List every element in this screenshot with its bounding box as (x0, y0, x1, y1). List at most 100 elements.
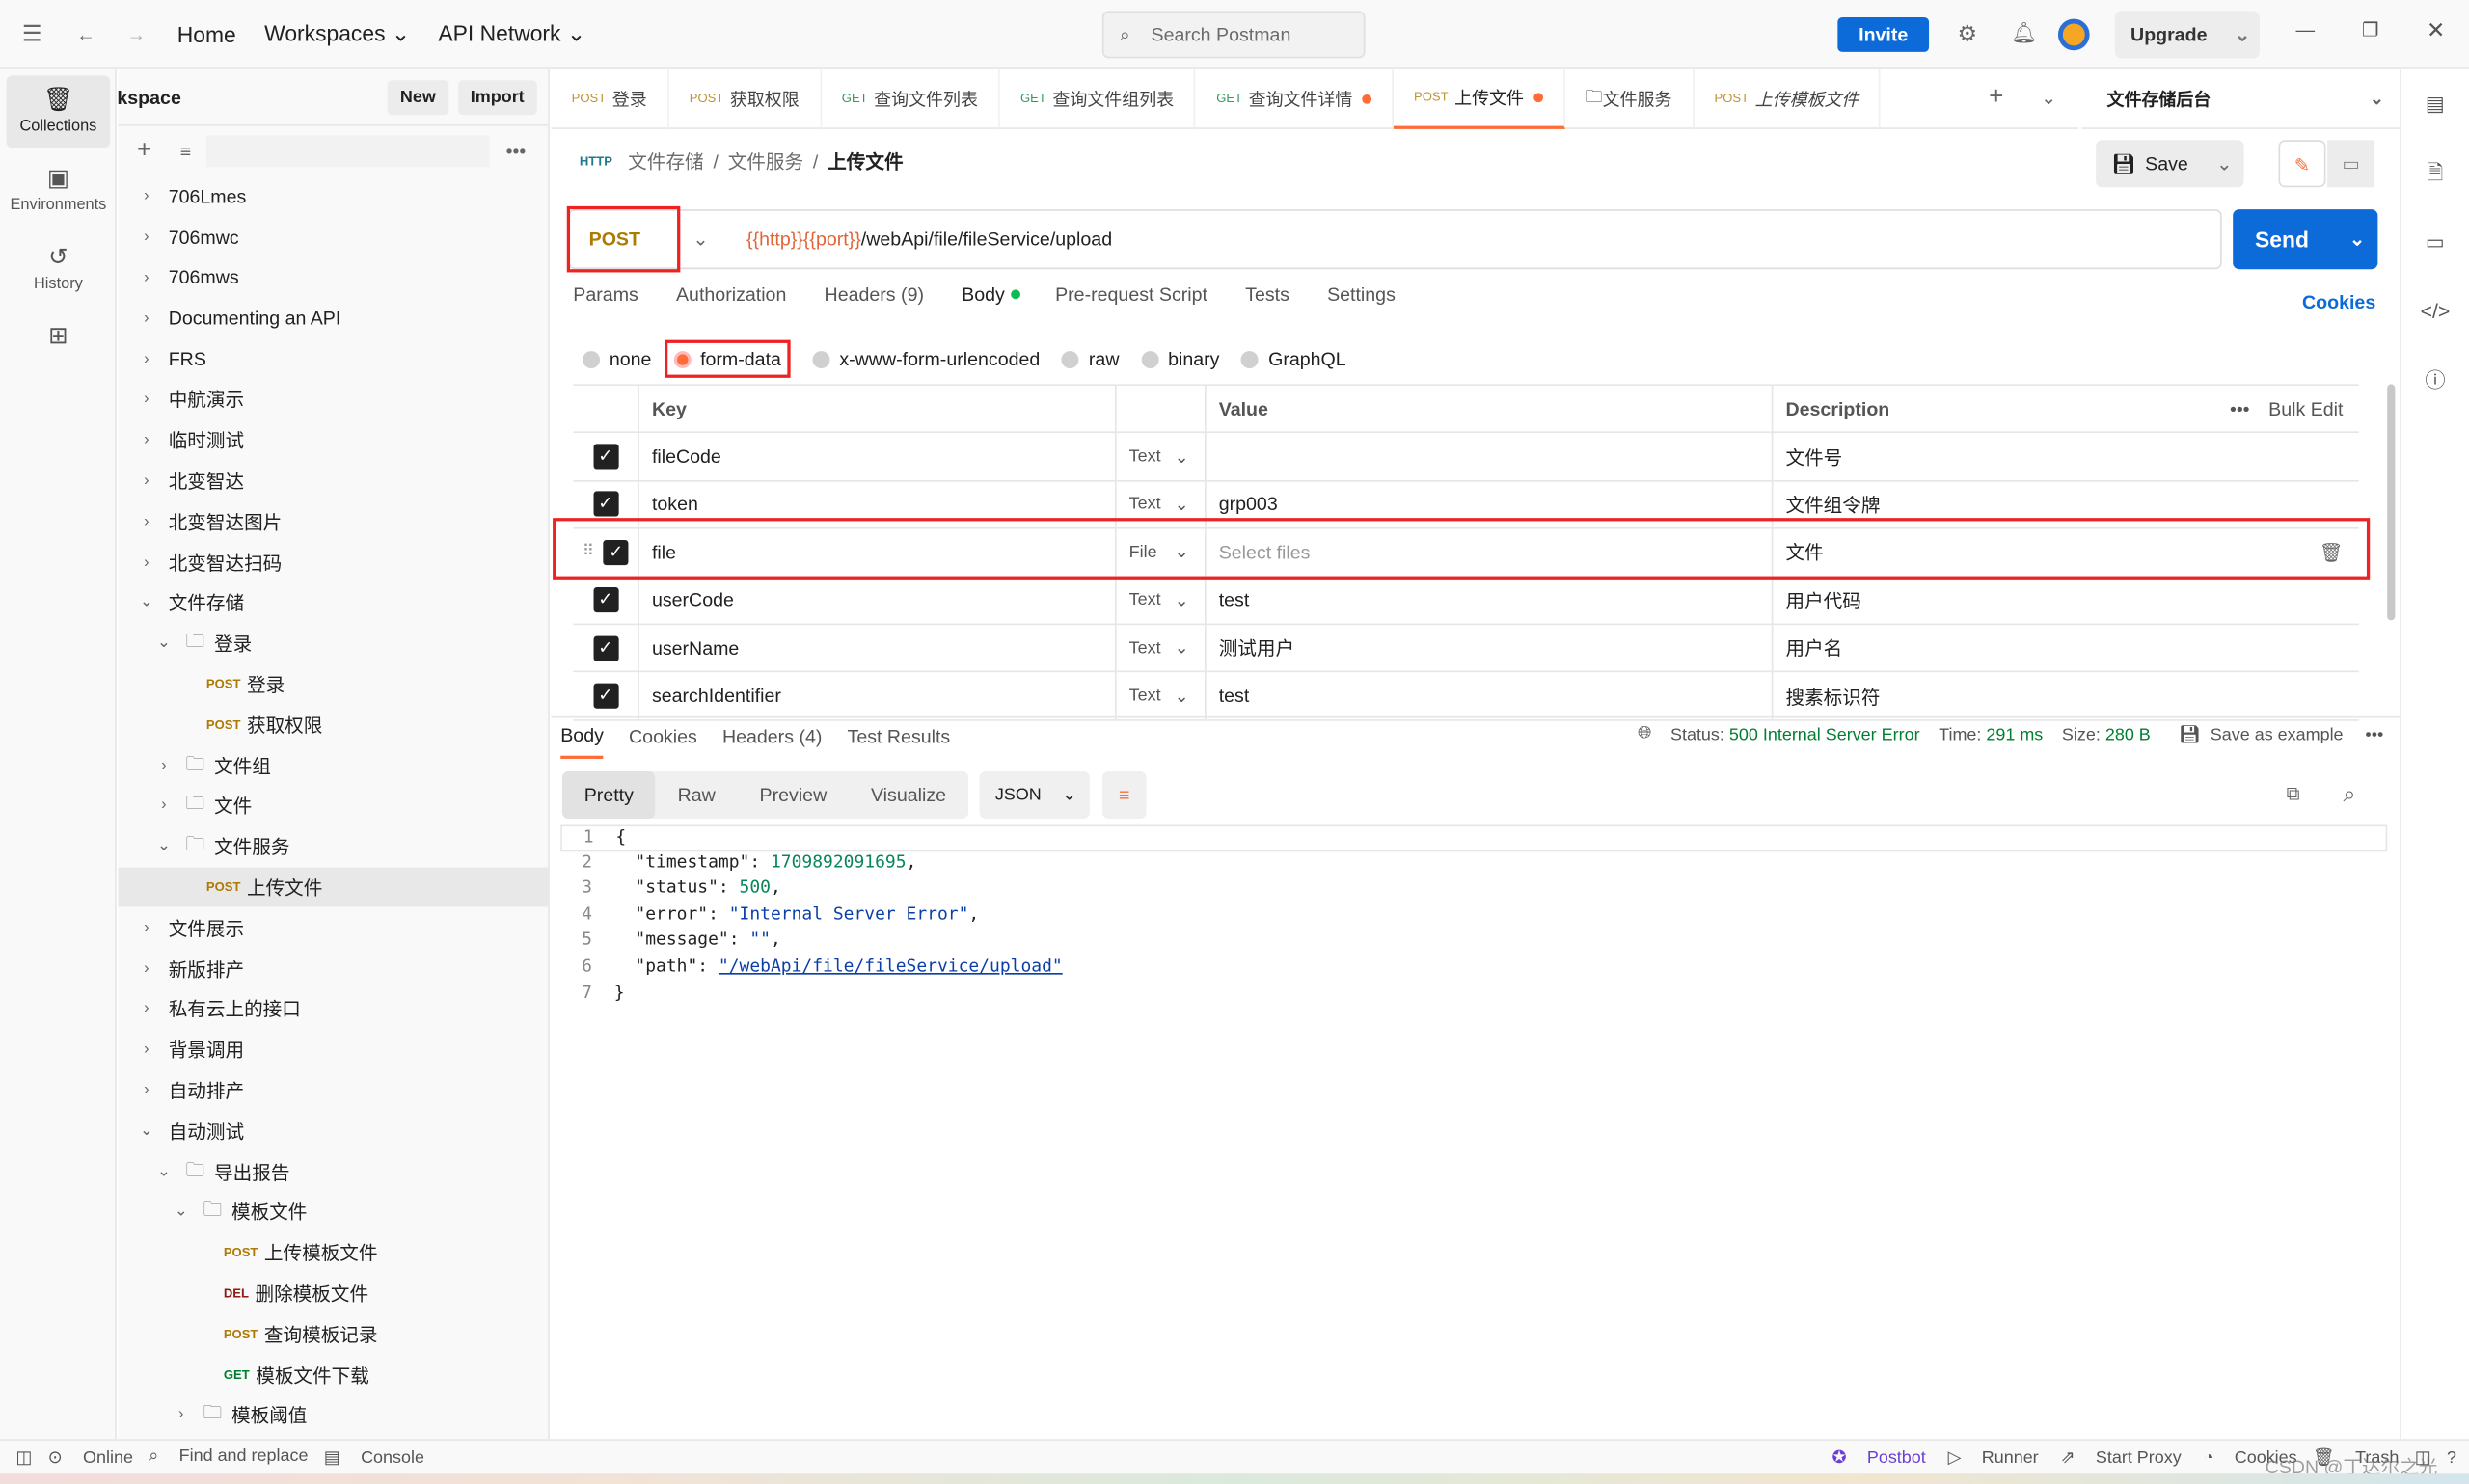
response-tab-test-results[interactable]: Test Results (848, 726, 951, 758)
tree-item[interactable]: ⌄ 文件存储 (118, 582, 548, 623)
size-value[interactable]: 280 B (2105, 725, 2151, 744)
bulk-edit-link[interactable]: Bulk Edit (2268, 398, 2343, 420)
tab-params[interactable]: Params (573, 283, 638, 306)
filter-icon[interactable]: ≡ (180, 140, 191, 162)
tree-item[interactable]: POST 上传文件 (118, 866, 549, 907)
breadcrumb-item[interactable]: 文件服务 (728, 148, 803, 175)
console-button[interactable]: ▤ Console (324, 1446, 424, 1468)
tab-request[interactable]: 🗀 文件服务 (1564, 68, 1695, 129)
chevron-down-icon[interactable]: ⌄ (154, 1163, 174, 1180)
tree-item[interactable]: › 706mwc (118, 217, 548, 257)
copy-icon[interactable]: ⧉ (2287, 782, 2300, 805)
comments-icon[interactable]: ▭ (2401, 208, 2469, 278)
tree-item[interactable]: › 中航演示 (118, 379, 548, 419)
tree-item[interactable]: › 北变智达 (118, 461, 548, 501)
back-icon[interactable]: ← (76, 23, 95, 45)
key-cell[interactable]: userName (639, 625, 1117, 672)
more-icon[interactable]: ••• (2365, 725, 2383, 744)
avatar[interactable] (2057, 18, 2090, 51)
tab-authorization[interactable]: Authorization (676, 283, 786, 306)
tree-item[interactable]: ⌄ 🗀 导出报告 (118, 1151, 548, 1192)
tree-item[interactable]: › 北变智达图片 (118, 501, 548, 542)
chevron-right-icon[interactable]: › (137, 959, 156, 977)
radio-none[interactable]: none (583, 348, 651, 370)
online-status[interactable]: ⊙ Online (48, 1446, 133, 1468)
breadcrumb-item[interactable]: 文件存储 (628, 148, 703, 175)
upgrade-button[interactable]: Upgrade ⌄ (2114, 11, 2260, 59)
rail-history[interactable]: ↺ History (7, 233, 111, 306)
value-cell[interactable] (1207, 433, 1774, 480)
tree-item[interactable]: › 🗀 文件 (118, 786, 548, 826)
chevron-down-icon[interactable]: ⌄ (2349, 209, 2365, 269)
chevron-right-icon[interactable]: › (154, 797, 174, 815)
scrollbar[interactable] (2387, 384, 2396, 621)
tree-item[interactable]: POST 查询模板记录 (118, 1313, 548, 1354)
tree-item[interactable]: › 706Lmes (118, 176, 548, 217)
format-visualize[interactable]: Visualize (849, 771, 968, 819)
chevron-right-icon[interactable]: › (137, 553, 156, 571)
method-select[interactable]: POST (566, 205, 681, 273)
format-raw[interactable]: Raw (656, 771, 738, 819)
key-cell[interactable]: searchIdentifier (639, 672, 1117, 719)
chevron-down-icon[interactable]: ⌄ (692, 229, 708, 251)
chevron-right-icon[interactable]: › (137, 432, 156, 449)
chevron-right-icon[interactable]: › (137, 1082, 156, 1099)
tree-item[interactable]: › 文件展示 (118, 907, 548, 948)
type-select[interactable]: Text ⌄ (1117, 577, 1207, 624)
wrap-icon[interactable]: ≡ (1101, 771, 1147, 820)
time-value[interactable]: 291 ms (1986, 725, 2043, 744)
description-cell[interactable]: 搜素标识符 (1773, 673, 2358, 719)
chevron-right-icon[interactable]: › (172, 1406, 191, 1423)
tab-request[interactable]: GET 查询文件组列表 (1000, 68, 1196, 129)
value-cell[interactable]: test (1207, 672, 1774, 719)
chevron-right-icon[interactable]: › (137, 188, 156, 205)
minimize-icon[interactable]: — (2295, 19, 2315, 41)
radio-raw[interactable]: raw (1062, 348, 1119, 370)
chevron-right-icon[interactable]: › (137, 350, 156, 367)
type-select[interactable]: Text ⌄ (1117, 625, 1207, 672)
edit-icon[interactable]: ✎ (2278, 140, 2326, 188)
search-input[interactable]: ⌕ Search Postman (1101, 11, 1366, 59)
type-select[interactable]: Text ⌄ (1117, 672, 1207, 719)
chevron-right-icon[interactable]: › (137, 229, 156, 246)
chevron-down-icon[interactable]: ⌄ (172, 1203, 191, 1221)
checkbox[interactable]: ✓ (592, 492, 618, 518)
search-icon[interactable]: ⌕ (2343, 781, 2355, 808)
cookies-link[interactable]: Cookies (2302, 291, 2375, 313)
key-cell[interactable]: fileCode (639, 433, 1117, 480)
tree-item[interactable]: › 自动排产 (118, 1069, 548, 1110)
chevron-right-icon[interactable]: › (137, 391, 156, 409)
workspaces-menu[interactable]: Workspaces ⌄ (264, 20, 410, 47)
tree-item[interactable]: › 北变智达扫码 (118, 542, 548, 582)
tree-item[interactable]: › 新版排产 (118, 948, 548, 988)
tree-item[interactable]: › 临时测试 (118, 420, 548, 461)
tab-request[interactable]: POST 登录 (551, 68, 669, 129)
more-icon[interactable]: ••• (506, 140, 527, 162)
tab-tests[interactable]: Tests (1245, 283, 1289, 306)
comment-icon[interactable]: ▭ (2327, 140, 2375, 188)
format-preview[interactable]: Preview (738, 771, 849, 819)
description-cell[interactable]: 用户代码 (1773, 577, 2358, 623)
tabs-dropdown-icon[interactable]: ⌄ (2041, 87, 2056, 109)
chevron-down-icon[interactable]: ⌄ (137, 1122, 156, 1140)
chevron-right-icon[interactable]: › (137, 1040, 156, 1058)
chevron-right-icon[interactable]: › (154, 757, 174, 774)
chevron-down-icon[interactable]: ⌄ (137, 594, 156, 611)
tab-request[interactable]: GET 查询文件列表 (822, 68, 1000, 129)
checkbox[interactable]: ✓ (592, 444, 618, 470)
response-tab-body[interactable]: Body (560, 724, 604, 759)
checkbox[interactable]: ✓ (592, 683, 618, 709)
tree-item[interactable]: › Documenting an API (118, 298, 548, 338)
checkbox[interactable]: ✓ (592, 635, 618, 661)
save-as-example-button[interactable]: Save as example (2211, 725, 2344, 744)
settings-icon[interactable]: ⚙ (1957, 20, 1977, 47)
rail-apps[interactable]: ⊞ (7, 311, 111, 384)
tree-item[interactable]: › 私有云上的接口 (118, 988, 548, 1029)
key-cell[interactable]: userCode (639, 577, 1117, 624)
tab-request[interactable]: POST 上传模板文件 (1694, 68, 1882, 129)
chevron-right-icon[interactable]: › (137, 1000, 156, 1017)
save-button[interactable]: 💾︎ Save ⌄ (2096, 140, 2244, 188)
format-pretty[interactable]: Pretty (561, 771, 656, 820)
tab-request[interactable]: POST 上传文件 (1393, 68, 1565, 129)
maximize-icon[interactable]: ❐ (2362, 19, 2379, 41)
